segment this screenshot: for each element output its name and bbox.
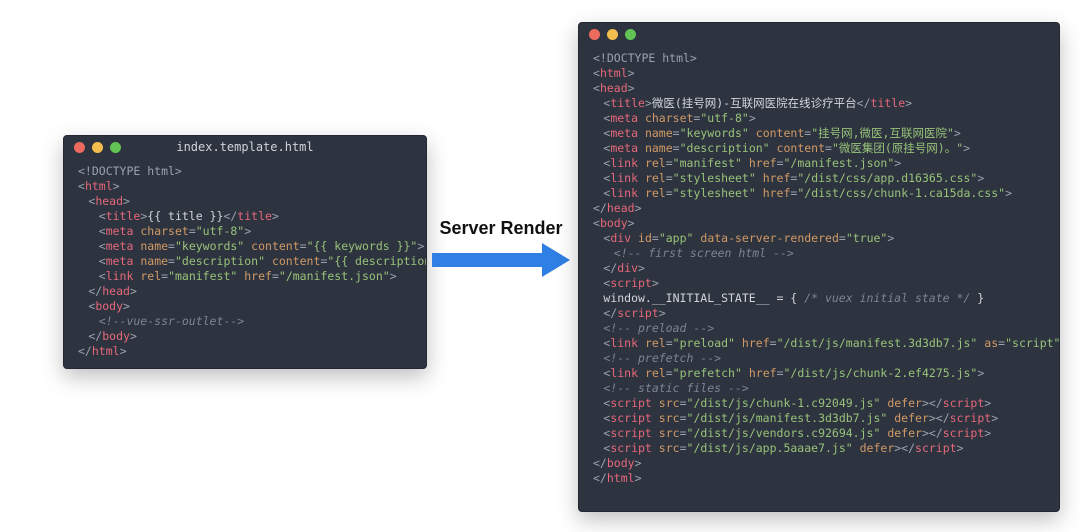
code-line: <meta charset="utf-8"> xyxy=(593,111,1045,126)
code-line: <link rel="stylesheet" href="/dist/css/a… xyxy=(593,171,1045,186)
source-template-window: index.template.html <!DOCTYPE html><html… xyxy=(63,135,427,369)
traffic-light-minimize-icon xyxy=(92,142,103,153)
traffic-light-close-icon xyxy=(74,142,85,153)
code-line: </html> xyxy=(78,344,412,359)
code-line: <link rel="preload" href="/dist/js/manif… xyxy=(593,336,1045,351)
window-titlebar: index.template.html xyxy=(64,136,426,158)
traffic-light-zoom-icon xyxy=(110,142,121,153)
code-line: </script> xyxy=(593,306,1045,321)
code-line: <html> xyxy=(593,66,1045,81)
code-line: <!-- first screen html --> xyxy=(593,246,1045,261)
code-line: <link rel="prefetch" href="/dist/js/chun… xyxy=(593,366,1045,381)
code-line: window.__INITIAL_STATE__ = { /* vuex ini… xyxy=(593,291,1045,306)
code-line: <script src="/dist/js/app.5aaae7.js" def… xyxy=(593,441,1045,456)
code-line: <!-- preload --> xyxy=(593,321,1045,336)
code-line: <script src="/dist/js/manifest.3d3db7.js… xyxy=(593,411,1045,426)
code-block-right: <!DOCTYPE html><html><head><title>微医(挂号网… xyxy=(579,45,1059,496)
diagram-stage: index.template.html <!DOCTYPE html><html… xyxy=(0,0,1080,532)
rendered-output-window: <!DOCTYPE html><html><head><title>微医(挂号网… xyxy=(578,22,1060,512)
traffic-light-minimize-icon xyxy=(607,29,618,40)
arrow-icon xyxy=(432,243,570,277)
code-line: <link rel="manifest" href="/manifest.jso… xyxy=(593,156,1045,171)
code-line: <head> xyxy=(593,81,1045,96)
code-line: </body> xyxy=(78,329,412,344)
code-line: <head> xyxy=(78,194,412,209)
code-line: <body> xyxy=(593,216,1045,231)
code-line: <body> xyxy=(78,299,412,314)
arrow-label: Server Render xyxy=(439,218,562,239)
code-line: <link rel="stylesheet" href="/dist/css/c… xyxy=(593,186,1045,201)
arrow-wrap: Server Render xyxy=(432,218,570,277)
code-line: <meta name="description" content="{{ des… xyxy=(78,254,412,269)
code-line: <!-- static files --> xyxy=(593,381,1045,396)
code-line: <script src="/dist/js/vendors.c92694.js"… xyxy=(593,426,1045,441)
code-line: <!--vue-ssr-outlet--> xyxy=(78,314,412,329)
code-line: <link rel="manifest" href="/manifest.jso… xyxy=(78,269,412,284)
code-line: <meta charset="utf-8"> xyxy=(78,224,412,239)
window-titlebar xyxy=(579,23,1059,45)
code-line: <meta name="keywords" content="{{ keywor… xyxy=(78,239,412,254)
code-line: </head> xyxy=(78,284,412,299)
code-line: </html> xyxy=(593,471,1045,486)
code-line: <script src="/dist/js/chunk-1.c92049.js"… xyxy=(593,396,1045,411)
code-line: <title>微医(挂号网)-互联网医院在线诊疗平台</title> xyxy=(593,96,1045,111)
code-block-left: <!DOCTYPE html><html><head><title>{{ tit… xyxy=(64,158,426,369)
code-line: <!DOCTYPE html> xyxy=(78,164,412,179)
traffic-light-zoom-icon xyxy=(625,29,636,40)
code-line: <title>{{ title }}</title> xyxy=(78,209,412,224)
code-line: <html> xyxy=(78,179,412,194)
traffic-light-close-icon xyxy=(589,29,600,40)
code-line: <!-- prefetch --> xyxy=(593,351,1045,366)
code-line: </div> xyxy=(593,261,1045,276)
code-line: <script> xyxy=(593,276,1045,291)
code-line: <meta name="description" content="微医集团(原… xyxy=(593,141,1045,156)
code-line: <meta name="keywords" content="挂号网,微医,互联… xyxy=(593,126,1045,141)
code-line: </body> xyxy=(593,456,1045,471)
code-line: </head> xyxy=(593,201,1045,216)
code-line: <!DOCTYPE html> xyxy=(593,51,1045,66)
code-line: <div id="app" data-server-rendered="true… xyxy=(593,231,1045,246)
